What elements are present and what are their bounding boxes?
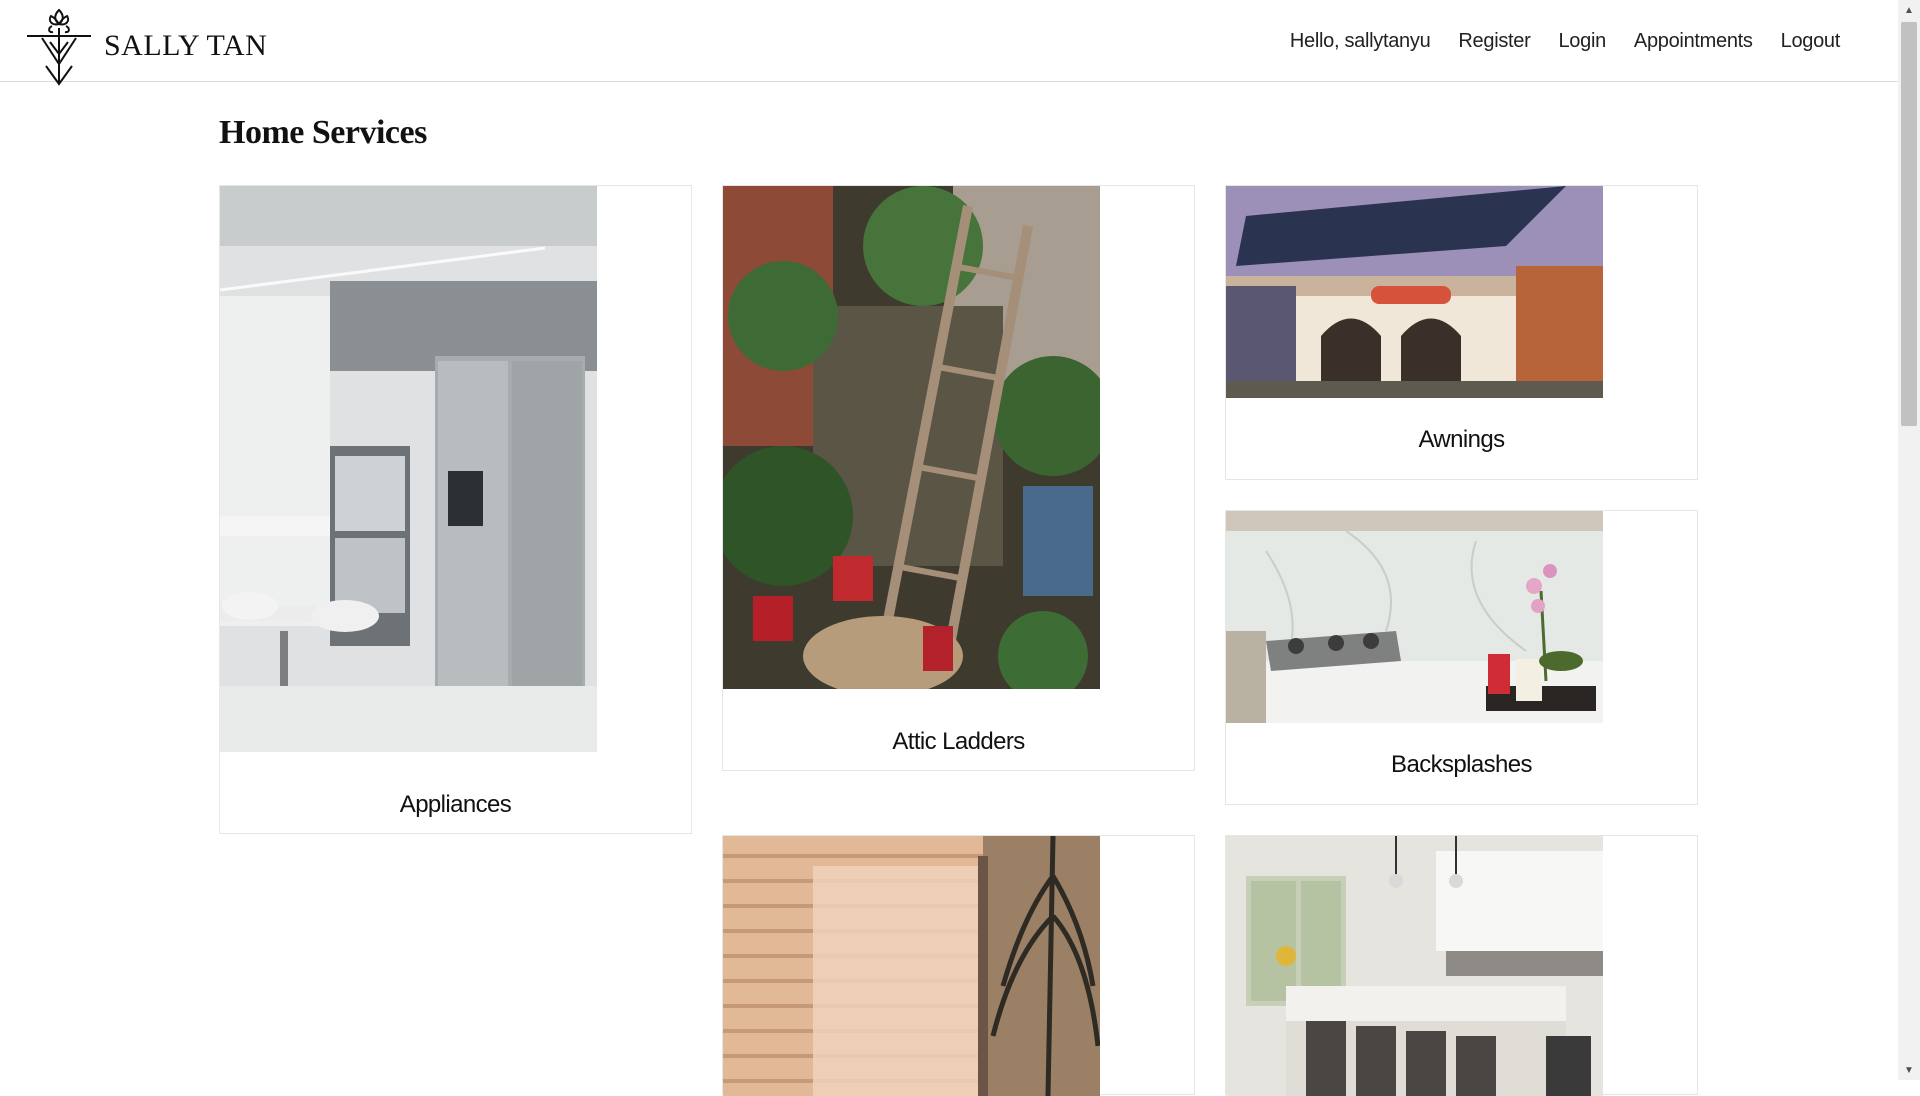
logout-link[interactable]: Logout — [1781, 30, 1841, 52]
appliances-image — [220, 186, 597, 752]
kitchen-image — [1226, 836, 1603, 1096]
scroll-up-arrow-icon[interactable]: ▲ — [1898, 0, 1920, 20]
service-card-backsplashes[interactable]: Backsplashes — [1225, 510, 1698, 805]
card-label-attic-ladders: Attic Ladders — [892, 728, 1025, 755]
service-card-kitchen[interactable] — [1225, 835, 1698, 1096]
service-card-blinds[interactable] — [722, 835, 1195, 1096]
user-greeting: Hello, sallytanyu — [1289, 29, 1431, 52]
awnings-image — [1226, 186, 1603, 398]
service-card-appliances[interactable]: Appliances — [219, 185, 692, 834]
register-link[interactable]: Register — [1458, 30, 1530, 52]
nav-item-appointments: Appointments — [1634, 30, 1753, 53]
scroll-down-arrow-icon[interactable]: ▼ — [1898, 1060, 1920, 1080]
card-label-backsplashes: Backsplashes — [1391, 751, 1532, 778]
nav-item-logout: Logout — [1781, 30, 1841, 53]
page-scrollbar[interactable]: ▲ ▼ — [1898, 0, 1920, 1080]
lotus-cross-logo-icon — [27, 8, 91, 86]
nav-item-login: Login — [1558, 30, 1606, 53]
brand-link[interactable]: SALLY TAN — [24, 6, 267, 86]
service-card-attic-ladders[interactable]: Attic Ladders — [722, 185, 1195, 771]
login-link[interactable]: Login — [1558, 30, 1606, 52]
attic-ladders-image — [723, 186, 1100, 689]
backsplashes-image — [1226, 511, 1603, 723]
nav-greeting-item: Hello, sallytanyu — [1290, 30, 1431, 53]
brand-name: SALLY TAN — [104, 29, 268, 62]
card-label-appliances: Appliances — [399, 791, 512, 818]
nav-item-register: Register — [1458, 30, 1530, 53]
main-nav: Hello, sallytanyu Register Login Appoint… — [1290, 0, 1840, 82]
service-card-awnings[interactable]: Awnings — [1225, 185, 1698, 480]
top-navbar: SALLY TAN Hello, sallytanyu Register Log… — [0, 0, 1898, 86]
card-label-awnings: Awnings — [1418, 426, 1505, 453]
blinds-image — [723, 836, 1100, 1096]
appointments-link[interactable]: Appointments — [1634, 30, 1753, 52]
page-title: Home Services — [219, 114, 427, 151]
scrollbar-thumb[interactable] — [1901, 22, 1917, 426]
